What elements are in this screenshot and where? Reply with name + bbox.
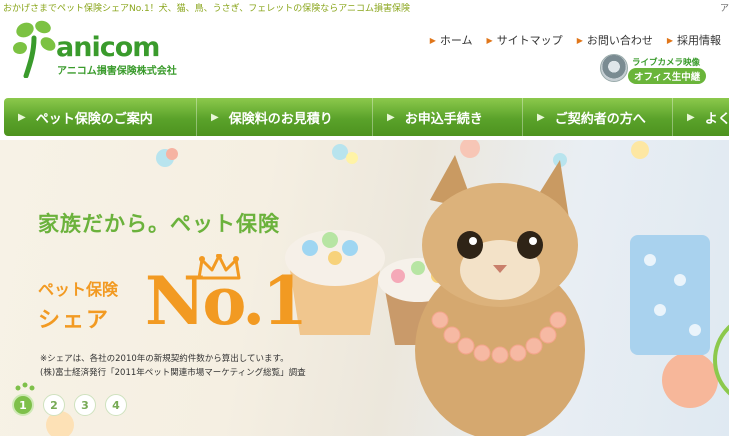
util-link-sitemap[interactable]: ▶ サイトマップ	[487, 32, 563, 48]
hero-no1: No.1	[145, 262, 308, 340]
hero-banner[interactable]: 家族だから。ペット保険 ペット保険 シェア No.1 ※シェアは、各社の2010…	[0, 140, 729, 436]
camera-icon	[600, 54, 628, 82]
hero-footnote-1: ※シェアは、各社の2010年の新規契約件数から算出しています。	[40, 354, 289, 364]
nav-item-label: 保険料のお見積り	[228, 111, 333, 127]
chevron-right-icon: ▶	[18, 111, 26, 123]
chevron-right-icon: ▶	[537, 111, 545, 123]
arrow-right-icon: ▶	[666, 35, 673, 45]
hero-pet-insurance-label: ペット保険	[38, 280, 119, 299]
site-tagline: おかげさまでペット保険シェアNo.1！犬、猫、鳥、うさぎ、フェレットの保険ならア…	[3, 4, 411, 14]
util-link-recruit[interactable]: ▶ 採用情報	[667, 32, 721, 48]
slide-page-3[interactable]: 3	[74, 394, 96, 416]
pager-dots-icon	[15, 382, 35, 391]
nav-item-label: お申込手続き	[404, 111, 483, 127]
header: anicom アニコム損害保険株式会社 ▶ ホーム ▶ サイトマップ ▶ お問い合わせ…	[0, 16, 729, 98]
chevron-right-icon: ▶	[211, 111, 219, 123]
hero-footnote-2: (株)富士経済発行「2011年ペット関連市場マーケティング総覧」調査	[40, 368, 306, 378]
nav-item-pet-insurance-guide[interactable]: ▶ ペット保険のご案内	[4, 98, 197, 136]
main-nav: ▶ ペット保険のご案内 ▶ 保険料のお見積り ▶ お申込手続き ▶ ご契約者の方へ ▶ よ…	[4, 98, 729, 136]
live-camera-link[interactable]: ライブカメラ映像 オフィス生中継	[600, 54, 716, 84]
util-link-label: ホーム	[439, 34, 473, 47]
util-link-label: お問い合わせ	[586, 34, 653, 47]
arrow-right-icon: ▶	[486, 35, 493, 45]
arrow-right-icon: ▶	[576, 35, 583, 45]
nav-item-label: ご契約者の方へ	[554, 111, 646, 127]
slide-page-4[interactable]: 4	[105, 394, 127, 416]
nav-item-label: よく	[704, 111, 729, 127]
nav-item-label: ペット保険のご案内	[35, 111, 153, 127]
livecam-badge: オフィス生中継	[628, 68, 707, 84]
util-link-contact[interactable]: ▶ お問い合わせ	[577, 32, 653, 48]
arrow-right-icon: ▶	[429, 35, 436, 45]
company-name: アニコム損害保険株式会社	[57, 66, 177, 77]
slide-page-1[interactable]: 1	[12, 394, 34, 416]
slide-pager: 1 2 3 4	[12, 382, 136, 416]
livecam-label: ライブカメラ映像	[632, 58, 701, 68]
nav-item-policyholders[interactable]: ▶ ご契約者の方へ	[523, 98, 673, 136]
top-strip-edge-text: ア	[719, 4, 729, 14]
nav-item-faq[interactable]: ▶ よく	[673, 98, 729, 136]
slide-page-2[interactable]: 2	[43, 394, 65, 416]
chevron-right-icon: ▶	[687, 111, 695, 123]
util-link-home[interactable]: ▶ ホーム	[430, 32, 473, 48]
hero-share-label: シェア	[38, 308, 111, 333]
hero-headline: 家族だから。ペット保険	[38, 212, 280, 236]
nav-item-application[interactable]: ▶ お申込手続き	[373, 98, 523, 136]
util-link-label: サイトマップ	[496, 34, 563, 47]
clover-logo-icon	[13, 20, 56, 78]
logo-wordmark: anicom	[56, 32, 160, 63]
top-strip: おかげさまでペット保険シェアNo.1！犬、猫、鳥、うさぎ、フェレットの保険ならア…	[0, 0, 729, 16]
nav-item-quote[interactable]: ▶ 保険料のお見積り	[197, 98, 373, 136]
util-link-label: 採用情報	[677, 34, 721, 47]
chevron-right-icon: ▶	[387, 111, 395, 123]
anicom-logo[interactable]: anicom アニコム損害保険株式会社	[12, 18, 202, 88]
utility-links: ▶ ホーム ▶ サイトマップ ▶ お問い合わせ ▶ 採用情報	[430, 32, 729, 48]
